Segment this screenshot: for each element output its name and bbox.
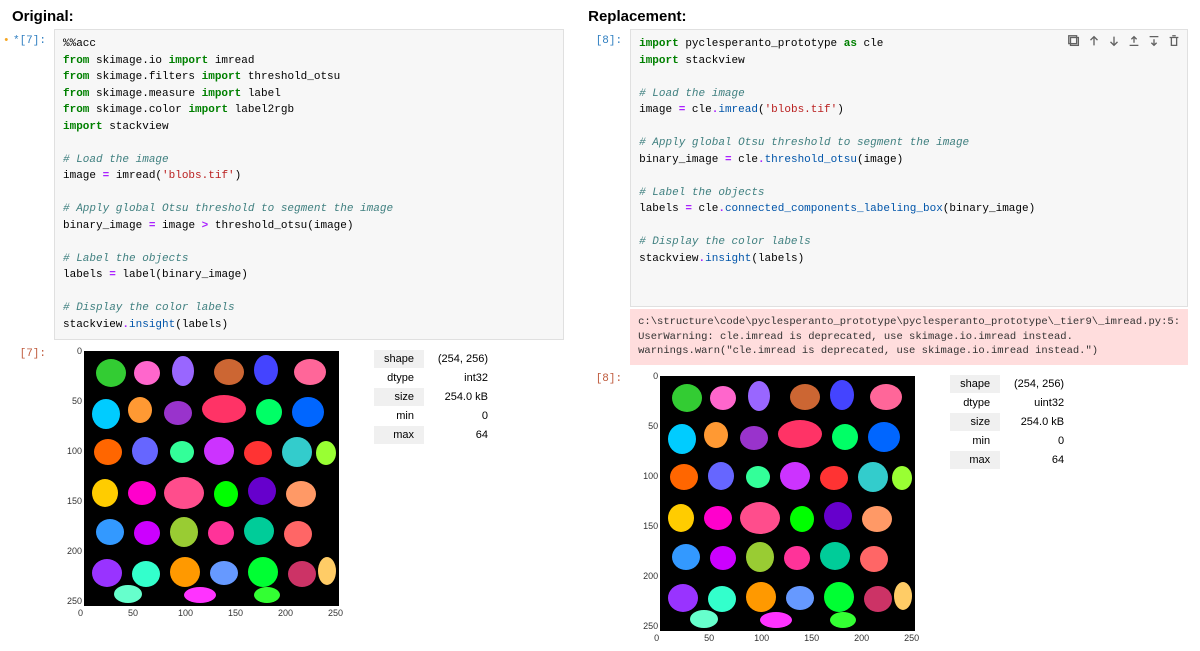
move-up-icon[interactable] <box>1087 34 1101 48</box>
warning-output: c:\structure\code\pyclesperanto_prototyp… <box>630 309 1188 365</box>
duplicate-icon[interactable] <box>1067 34 1081 48</box>
heading-original: Original: <box>12 8 564 25</box>
move-down-icon[interactable] <box>1107 34 1121 48</box>
plot-right: 050100150200250050100150200250 <box>630 371 930 651</box>
cell-toolbar <box>1067 34 1181 48</box>
prompt-in-right: [8]: <box>588 29 630 47</box>
insert-above-icon[interactable] <box>1127 34 1141 48</box>
info-table-right: shape(254, 256) dtypeuint32 size254.0 kB… <box>950 375 1070 470</box>
left-column: Original: *[7]: %%acc from skimage.io im… <box>0 0 576 617</box>
delete-icon[interactable] <box>1167 34 1181 48</box>
output-left: 050100150200250050100150200250 shape(254… <box>54 342 564 626</box>
prompt-out-left: [7]: <box>12 342 54 360</box>
insert-below-icon[interactable] <box>1147 34 1161 48</box>
heading-replacement: Replacement: <box>588 8 1188 25</box>
code-cell-left[interactable]: %%acc from skimage.io import imread from… <box>54 29 564 340</box>
code-cell-right[interactable]: import pyclesperanto_prototype as cle im… <box>630 29 1188 307</box>
plot-left: 050100150200250050100150200250 <box>54 346 354 626</box>
right-column: Replacement: [8]: import pyclesperanto_p… <box>576 0 1200 617</box>
prompt-in-left: *[7]: <box>12 29 54 47</box>
output-right: 050100150200250050100150200250 shape(254… <box>630 367 1188 651</box>
info-table-left: shape(254, 256) dtypeint32 size254.0 kB … <box>374 350 494 445</box>
prompt-out-right: [8]: <box>588 367 630 385</box>
